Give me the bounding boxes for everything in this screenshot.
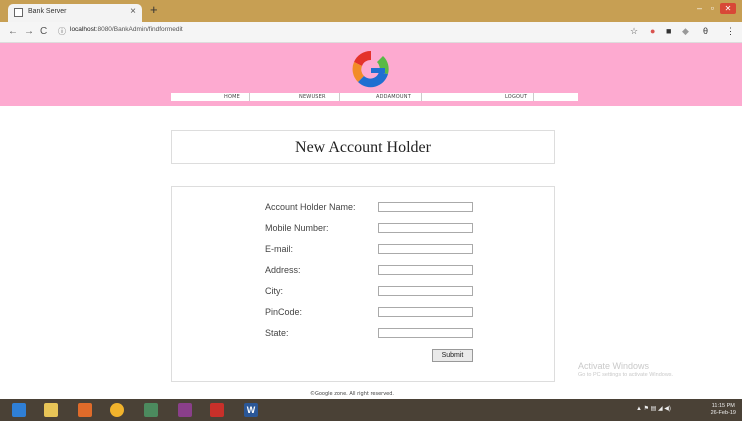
profile-icon[interactable]: θ	[703, 26, 708, 36]
new-tab-button[interactable]: +	[150, 2, 158, 17]
pincode-label: PinCode:	[265, 307, 303, 317]
windows-taskbar: W ▲ ⚑ ▤ ◢ ◀) 11:15 PM 26-Feb-19	[0, 399, 742, 421]
city-input[interactable]	[378, 286, 473, 296]
media-player-icon[interactable]	[144, 403, 158, 417]
file-explorer-icon[interactable]	[44, 403, 58, 417]
state-label: State:	[265, 328, 289, 338]
close-window-icon[interactable]: ✕	[720, 3, 736, 14]
maximize-window-icon[interactable]: ▫	[711, 3, 714, 13]
browser-tab[interactable]: Bank Server ×	[8, 4, 142, 22]
email-input[interactable]	[378, 244, 473, 254]
email-label: E-mail:	[265, 244, 294, 254]
nav-newuser[interactable]: NEWUSER	[299, 93, 326, 101]
back-icon[interactable]: ←	[8, 26, 18, 37]
watermark-subtitle: Go to PC settings to activate Windows.	[578, 372, 674, 378]
mobile-number-input[interactable]	[378, 223, 473, 233]
mobile-number-label: Mobile Number:	[265, 223, 329, 233]
browser-toolbar: ← → C ⓘ localhost:8080/BankAdmin/findfor…	[0, 22, 742, 43]
nav-divider	[339, 93, 340, 101]
extension-icon[interactable]: ●	[650, 26, 655, 36]
system-clock[interactable]: 11:15 PM 26-Feb-19	[711, 403, 736, 417]
url-host: localhost	[70, 26, 96, 33]
city-label: City:	[265, 286, 283, 296]
paint-icon[interactable]	[178, 403, 192, 417]
nav-logout[interactable]: LOGOUT	[505, 93, 527, 101]
address-bar[interactable]: localhost:8080/BankAdmin/findformedit	[70, 26, 183, 33]
tab-title: Bank Server	[28, 8, 67, 15]
word-icon[interactable]: W	[244, 403, 258, 417]
site-logo-icon	[352, 50, 389, 88]
footer-copyright: ©Google zone. All right reserved.	[310, 391, 395, 397]
activate-windows-watermark: Activate Windows Go to PC settings to ac…	[578, 361, 673, 378]
page-favicon-icon	[14, 8, 23, 17]
reload-icon[interactable]: C	[40, 26, 47, 37]
account-holder-name-label: Account Holder Name:	[265, 202, 356, 212]
chrome-icon[interactable]	[110, 403, 124, 417]
nav-divider	[421, 93, 422, 101]
nav-addamount[interactable]: ADDAMOUNT	[376, 93, 411, 101]
nav-divider	[533, 93, 534, 101]
site-info-icon[interactable]: ⓘ	[58, 26, 66, 37]
state-input[interactable]	[378, 328, 473, 338]
url-path: :8080/BankAdmin/findformedit	[95, 26, 183, 33]
main-nav: HOME NEWUSER ADDAMOUNT LOGOUT	[171, 93, 578, 101]
nav-divider	[249, 93, 250, 101]
forward-icon[interactable]: →	[24, 26, 34, 37]
browser-menu-icon[interactable]: ⋮	[726, 26, 735, 37]
address-label: Address:	[265, 265, 301, 275]
close-tab-icon[interactable]: ×	[130, 6, 136, 17]
tray-icons[interactable]: ▲ ⚑ ▤ ◢ ◀)	[636, 405, 671, 412]
pdf-reader-icon[interactable]	[210, 403, 224, 417]
minimize-window-icon[interactable]: –	[697, 3, 702, 13]
account-holder-name-input[interactable]	[378, 202, 473, 212]
bookmark-star-icon[interactable]: ☆	[630, 26, 638, 37]
clock-date: 26-Feb-19	[710, 410, 736, 416]
extension-icon-2[interactable]: ■	[666, 26, 671, 36]
pincode-input[interactable]	[378, 307, 473, 317]
app-icon[interactable]	[78, 403, 92, 417]
start-menu-icon[interactable]	[12, 403, 26, 417]
address-input[interactable]	[378, 265, 473, 275]
clock-time: 11:15 PM	[711, 403, 735, 409]
page-title: New Account Holder	[171, 130, 555, 164]
browser-titlebar: Bank Server × + – ▫ ✕	[0, 0, 742, 22]
submit-button[interactable]: Submit	[432, 349, 473, 362]
watermark-title: Activate Windows	[578, 361, 650, 371]
nav-home[interactable]: HOME	[224, 93, 240, 101]
account-form	[171, 186, 555, 382]
extension-icon-3[interactable]: ◆	[682, 26, 689, 37]
